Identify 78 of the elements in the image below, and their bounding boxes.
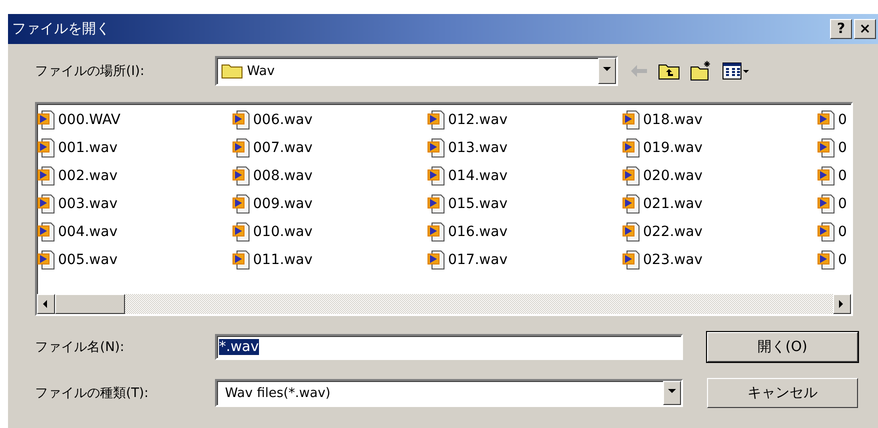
- audio-file-icon: [817, 110, 837, 130]
- file-item[interactable]: 006.wav: [232, 106, 427, 134]
- filename-value: *.wav: [219, 339, 259, 355]
- close-button[interactable]: ×: [854, 19, 876, 39]
- dropdown-arrow-button[interactable]: [598, 58, 616, 84]
- audio-file-icon: [427, 222, 447, 242]
- scroll-thumb[interactable]: [55, 294, 125, 314]
- file-item[interactable]: 008.wav: [232, 162, 427, 190]
- audio-file-icon: [817, 166, 837, 186]
- file-item[interactable]: 003.wav: [37, 190, 232, 218]
- audio-file-icon: [817, 194, 837, 214]
- help-button[interactable]: ?: [830, 19, 852, 39]
- audio-file-icon: [427, 250, 447, 270]
- folder-icon: [221, 63, 243, 79]
- file-item[interactable]: 002.wav: [37, 162, 232, 190]
- field-label: ファイルの場所(I):: [35, 63, 146, 80]
- audio-file-icon: [232, 166, 252, 186]
- file-item[interactable]: 023.wav: [622, 246, 817, 274]
- audio-file-icon: [817, 250, 837, 270]
- file-item[interactable]: 0: [817, 162, 851, 190]
- file-item[interactable]: 021.wav: [622, 190, 817, 218]
- right-triangle-icon: [838, 300, 846, 308]
- location-dropdown[interactable]: Wav: [215, 56, 618, 86]
- file-item[interactable]: 020.wav: [622, 162, 817, 190]
- file-item[interactable]: 004.wav: [37, 218, 232, 246]
- window-title: ファイルを開く: [12, 20, 110, 38]
- file-item[interactable]: 013.wav: [427, 134, 622, 162]
- file-item[interactable]: 0: [817, 134, 851, 162]
- field-label: ファイルの種類(T):: [35, 385, 150, 402]
- audio-file-icon: [427, 110, 447, 130]
- file-item[interactable]: 0: [817, 246, 851, 274]
- audio-file-icon: [232, 222, 252, 242]
- audio-file-icon: [622, 250, 642, 270]
- file-item[interactable]: 009.wav: [232, 190, 427, 218]
- left-triangle-icon: [42, 300, 50, 308]
- file-item[interactable]: 011.wav: [232, 246, 427, 274]
- file-item[interactable]: 022.wav: [622, 218, 817, 246]
- horizontal-scrollbar[interactable]: [37, 294, 851, 314]
- filename-field[interactable]: *.wav: [215, 334, 683, 360]
- audio-file-icon: [232, 194, 252, 214]
- audio-file-icon: [817, 138, 837, 158]
- file-item[interactable]: 010.wav: [232, 218, 427, 246]
- open-button[interactable]: 開く(O): [706, 332, 858, 362]
- audio-file-icon: [427, 194, 447, 214]
- audio-file-icon: [622, 222, 642, 242]
- file-item[interactable]: 005.wav: [37, 246, 232, 274]
- audio-file-icon: [427, 138, 447, 158]
- view-menu-icon[interactable]: [722, 62, 750, 80]
- file-item[interactable]: 001.wav: [37, 134, 232, 162]
- file-item[interactable]: 019.wav: [622, 134, 817, 162]
- scroll-right-button[interactable]: [833, 294, 851, 314]
- audio-file-icon: [622, 194, 642, 214]
- file-item[interactable]: 000.WAV: [37, 106, 232, 134]
- audio-file-icon: [232, 138, 252, 158]
- audio-file-icon: [232, 250, 252, 270]
- file-item[interactable]: 0: [817, 190, 851, 218]
- file-item[interactable]: 015.wav: [427, 190, 622, 218]
- file-item[interactable]: 018.wav: [622, 106, 817, 134]
- filetype-dropdown[interactable]: Wav files(*.wav): [215, 379, 683, 407]
- new-folder-icon[interactable]: [690, 61, 712, 81]
- file-item[interactable]: 012.wav: [427, 106, 622, 134]
- audio-file-icon: [622, 166, 642, 186]
- file-item[interactable]: 0: [817, 106, 851, 134]
- file-item[interactable]: 017.wav: [427, 246, 622, 274]
- file-item[interactable]: 014.wav: [427, 162, 622, 190]
- scroll-left-button[interactable]: [37, 294, 55, 314]
- audio-file-icon: [622, 110, 642, 130]
- field-label: ファイル名(N):: [35, 339, 126, 356]
- audio-file-icon: [232, 110, 252, 130]
- audio-file-icon: [427, 166, 447, 186]
- audio-file-icon: [622, 138, 642, 158]
- cancel-button[interactable]: キャンセル: [706, 378, 858, 408]
- file-item[interactable]: 016.wav: [427, 218, 622, 246]
- file-item[interactable]: 0: [817, 218, 851, 246]
- dropdown-arrow-button[interactable]: [662, 381, 681, 405]
- audio-file-icon: [817, 222, 837, 242]
- up-folder-icon[interactable]: [658, 62, 680, 80]
- file-item[interactable]: 007.wav: [232, 134, 427, 162]
